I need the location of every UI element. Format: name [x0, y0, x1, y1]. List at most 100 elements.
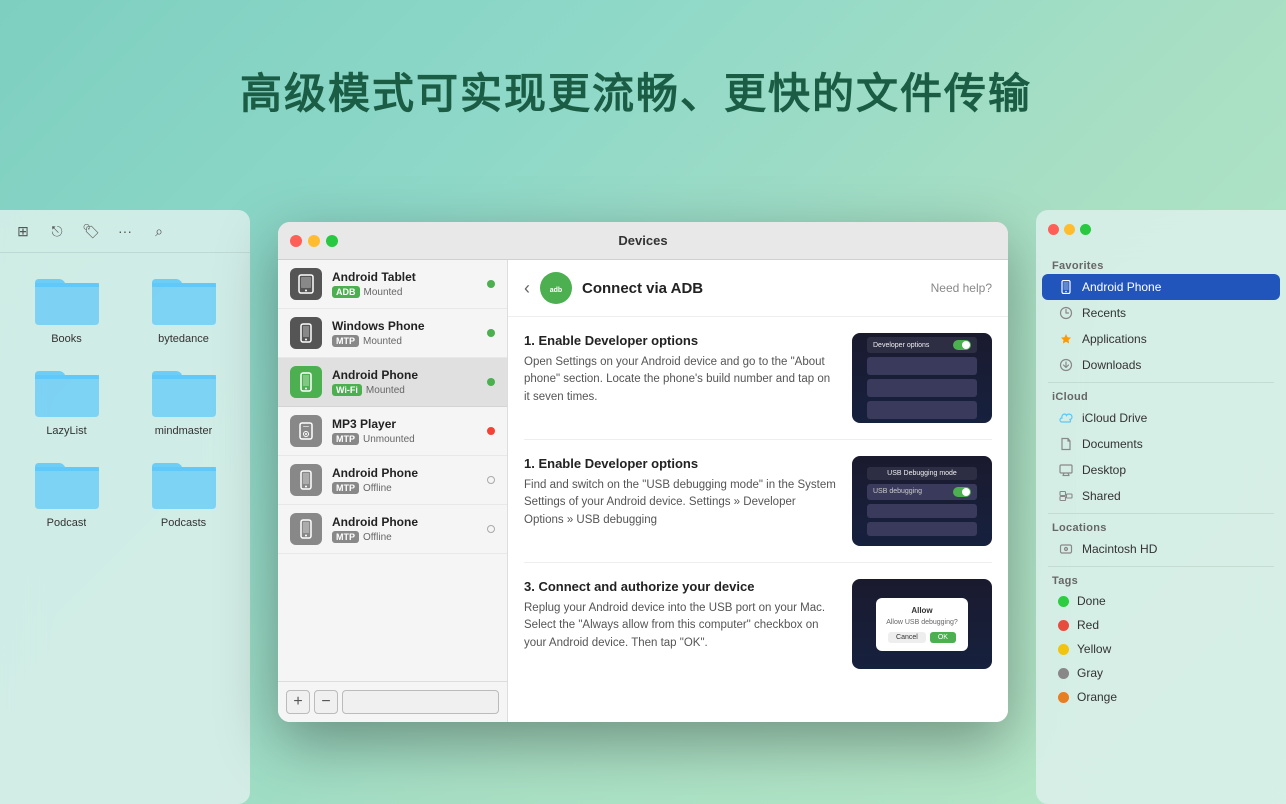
documents-label: Documents [1082, 437, 1143, 451]
instruction-body-2: Find and switch on the "USB debugging mo… [524, 477, 836, 529]
device-status: Mounted [366, 385, 405, 396]
tag-done-label: Done [1077, 594, 1106, 608]
folder-label: Books [51, 333, 82, 345]
right-minimize-button[interactable] [1064, 224, 1075, 235]
device-item-windows-phone[interactable]: Windows Phone MTP Mounted [278, 309, 507, 358]
list-item[interactable]: LazyList [16, 361, 117, 437]
sidebar-item-tag-red[interactable]: Red [1042, 613, 1280, 637]
favorites-header: Favorites [1036, 256, 1286, 274]
device-item-android-phone-wifi[interactable]: Android Phone Wi-Fi Mounted [278, 358, 507, 407]
device-badge-row: ADB Mounted [332, 286, 477, 298]
recents-label: Recents [1082, 306, 1126, 320]
device-badge: MTP [332, 335, 359, 347]
device-item-android-phone-mtp-2[interactable]: Android Phone MTP Offline [278, 505, 507, 554]
instruction-body-1: Open Settings on your Android device and… [524, 354, 836, 406]
list-item[interactable]: Books [16, 269, 117, 345]
device-icon [290, 415, 322, 447]
devices-main-content: ‹ adb Connect via ADB Need help? 1. Enab… [508, 260, 1008, 722]
sidebar-item-tag-orange[interactable]: Orange [1042, 685, 1280, 709]
list-item[interactable]: Podcasts [133, 453, 234, 529]
close-button[interactable] [290, 235, 302, 247]
instruction-text-1: 1. Enable Developer options Open Setting… [524, 333, 836, 406]
device-icon [290, 268, 322, 300]
locations-header: Locations [1036, 518, 1286, 536]
sidebar-item-applications[interactable]: Applications [1042, 326, 1280, 352]
tag-dot-orange [1058, 692, 1069, 703]
tag-dot-done [1058, 596, 1069, 607]
sidebar-item-desktop[interactable]: Desktop [1042, 457, 1280, 483]
status-dot [487, 329, 495, 337]
sidebar-item-documents[interactable]: Documents [1042, 431, 1280, 457]
recents-icon [1058, 305, 1074, 321]
icloud-header: iCloud [1036, 387, 1286, 405]
folder-icon [31, 269, 103, 327]
separator-locations-tags [1048, 566, 1274, 567]
more-icon[interactable]: ··· [114, 220, 136, 242]
status-dot [487, 427, 495, 435]
device-status: Offline [363, 532, 392, 543]
minimize-button[interactable] [308, 235, 320, 247]
device-info: MP3 Player MTP Unmounted [332, 417, 477, 445]
list-item[interactable]: bytedance [133, 269, 234, 345]
status-dot [487, 378, 495, 386]
sidebar-item-recents[interactable]: Recents [1042, 300, 1280, 326]
sidebar-item-android-phone[interactable]: Android Phone [1042, 274, 1280, 300]
sidebar-item-icloud-drive[interactable]: iCloud Drive [1042, 405, 1280, 431]
instruction-title-2: 1. Enable Developer options [524, 456, 836, 471]
view-toggle-icon[interactable]: ⊞ [12, 220, 34, 242]
remove-device-button[interactable]: − [314, 690, 338, 714]
tag-gray-label: Gray [1077, 666, 1103, 680]
device-icon [290, 366, 322, 398]
device-info: Android Phone MTP Offline [332, 515, 477, 543]
window-body: Android Tablet ADB Mounted Windows Phone… [278, 260, 1008, 722]
separator-favorites-icloud [1048, 382, 1274, 383]
device-badge-row: Wi-Fi Mounted [332, 384, 477, 396]
status-dot [487, 280, 495, 288]
share-icon[interactable]: ⎋ [46, 220, 68, 242]
device-icon [290, 317, 322, 349]
allow-title: Allow [886, 606, 958, 615]
folder-label: bytedance [158, 333, 209, 345]
instruction-text-3: 3. Connect and authorize your device Rep… [524, 579, 836, 652]
connect-via-adb-title: Connect via ADB [582, 280, 703, 297]
folder-label: Podcast [47, 517, 87, 529]
list-item[interactable]: mindmaster [133, 361, 234, 437]
folder-label: mindmaster [155, 425, 212, 437]
device-item-android-phone-mtp-1[interactable]: Android Phone MTP Offline [278, 456, 507, 505]
right-close-button[interactable] [1048, 224, 1059, 235]
device-status: Mounted [364, 287, 403, 298]
list-item[interactable]: Podcast [16, 453, 117, 529]
sidebar-item-tag-done[interactable]: Done [1042, 589, 1280, 613]
right-maximize-button[interactable] [1080, 224, 1091, 235]
device-info: Android Tablet ADB Mounted [332, 270, 477, 298]
device-icon [290, 513, 322, 545]
device-item-android-tablet[interactable]: Android Tablet ADB Mounted [278, 260, 507, 309]
android-phone-label: Android Phone [1082, 280, 1161, 294]
tag-icon[interactable]: 🏷 [80, 220, 102, 242]
sidebar-item-tag-yellow[interactable]: Yellow [1042, 637, 1280, 661]
back-button[interactable]: ‹ [524, 279, 530, 297]
downloads-label: Downloads [1082, 358, 1141, 372]
device-name: Android Tablet [332, 270, 477, 284]
sidebar-item-shared[interactable]: Shared [1042, 483, 1280, 509]
sidebar-item-tag-gray[interactable]: Gray [1042, 661, 1280, 685]
sidebar-item-downloads[interactable]: Downloads [1042, 352, 1280, 378]
sidebar-spacer [342, 690, 499, 714]
deny-button[interactable]: Cancel [888, 632, 926, 643]
device-item-mp3-player[interactable]: MP3 Player MTP Unmounted [278, 407, 507, 456]
maximize-button[interactable] [326, 235, 338, 247]
sidebar-bottom: + − [278, 681, 507, 722]
help-link[interactable]: Need help? [931, 281, 992, 295]
icloud-drive-label: iCloud Drive [1082, 411, 1147, 425]
sidebar-item-macintosh-hd[interactable]: Macintosh HD [1042, 536, 1280, 562]
right-finder-panel: Favorites Android Phone Recents Applicat… [1036, 210, 1286, 804]
instruction-image-2: USB Debugging mode USB debugging [852, 456, 992, 546]
instruction-image-3: Allow Allow USB debugging? Cancel OK [852, 579, 992, 669]
ok-button[interactable]: OK [930, 632, 956, 643]
left-finder-panel: ⊞ ⎋ 🏷 ··· ⌕ Books bytedance [0, 210, 250, 804]
svg-text:adb: adb [550, 287, 562, 294]
add-device-button[interactable]: + [286, 690, 310, 714]
device-status: Unmounted [363, 434, 415, 445]
device-info: Android Phone MTP Offline [332, 466, 477, 494]
search-icon[interactable]: ⌕ [148, 220, 170, 242]
